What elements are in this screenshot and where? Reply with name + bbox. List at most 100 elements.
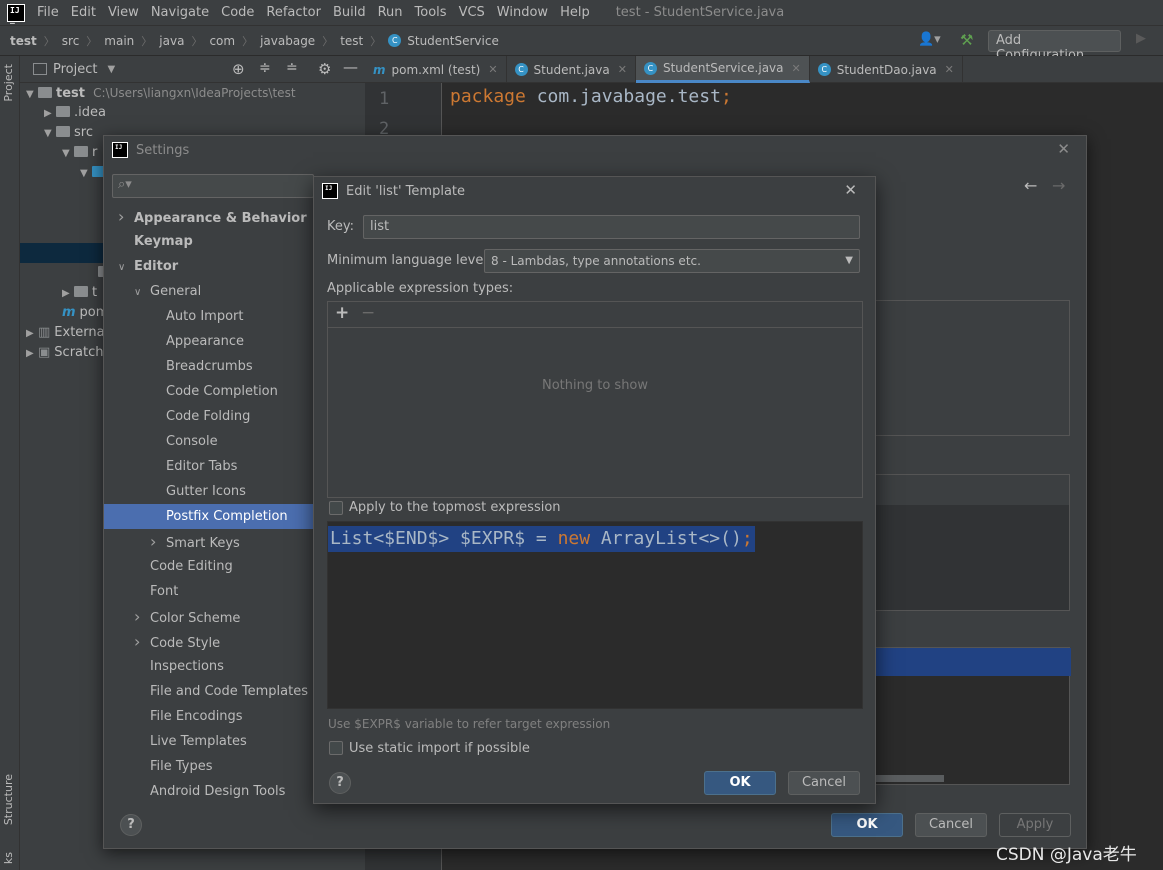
collapse-all-icon[interactable]: ≐ (286, 60, 298, 76)
crumb-src[interactable]: src (62, 34, 80, 48)
settings-help-button[interactable]: ? (120, 814, 142, 836)
gear-icon[interactable]: ⚙ (318, 60, 331, 78)
chevron-down-icon[interactable]: ∨ (134, 280, 146, 305)
settings-tree-item[interactable]: Console (104, 429, 314, 454)
close-icon[interactable]: ✕ (844, 181, 857, 199)
crumb-test[interactable]: test (340, 34, 363, 48)
menu-tools[interactable]: Tools (409, 5, 453, 20)
key-input[interactable]: list (363, 215, 860, 239)
menu-refactor[interactable]: Refactor (260, 5, 327, 20)
project-panel-title[interactable]: Project (53, 62, 97, 77)
menu-navigate[interactable]: Navigate (145, 5, 215, 20)
menu-help[interactable]: Help (554, 5, 596, 20)
menu-window[interactable]: Window (491, 5, 554, 20)
tree-node-src[interactable]: ▼ src (44, 123, 93, 143)
tab-pom-xml[interactable]: m pom.xml (test) ✕ (365, 56, 507, 83)
chevron-right-icon[interactable]: › (134, 629, 146, 654)
settings-tree-item[interactable]: Breadcrumbs (104, 354, 314, 379)
crumb-java[interactable]: java (159, 34, 184, 48)
topmost-expression-checkbox[interactable] (329, 501, 343, 515)
tree-node-scratches[interactable]: ▶ ▣ Scratch (26, 343, 104, 363)
settings-tree-item[interactable]: Android Design Tools (104, 779, 314, 804)
tree-selected-row[interactable] (20, 243, 105, 263)
menu-run[interactable]: Run (372, 5, 409, 20)
crumb-studentservice[interactable]: StudentService (407, 34, 499, 48)
crumb-com[interactable]: com (209, 34, 235, 48)
chevron-right-icon[interactable]: › (150, 529, 162, 554)
settings-cancel-button[interactable]: Cancel (915, 813, 987, 837)
template-code-editor[interactable]: List<$END$> $EXPR$ = new ArrayList<>(); (327, 521, 863, 709)
dialog-help-button[interactable]: ? (329, 772, 351, 794)
locate-icon[interactable]: ⊕ (232, 60, 245, 78)
settings-tree-item[interactable]: Editor Tabs (104, 454, 314, 479)
add-configuration-button[interactable]: Add Configuration... (988, 30, 1121, 63)
tab-studentservice-java[interactable]: C StudentService.java ✕ (635, 56, 810, 83)
crumb-main[interactable]: main (104, 34, 134, 48)
menu-view[interactable]: View (102, 5, 145, 20)
settings-tree-item[interactable]: Live Templates (104, 729, 314, 754)
static-import-checkbox[interactable] (329, 741, 343, 755)
chevron-down-icon[interactable]: ▼ (107, 64, 115, 75)
chevron-down-icon[interactable]: ∨ (118, 255, 130, 280)
close-icon[interactable]: ✕ (792, 62, 801, 75)
settings-tree-item[interactable]: File and Code Templates (104, 679, 314, 704)
min-language-level-select[interactable]: 8 - Lambdas, type annotations etc. ▼ (484, 249, 860, 273)
settings-tree-item[interactable]: › Smart Keys (104, 529, 314, 554)
close-icon[interactable]: ✕ (488, 63, 497, 76)
settings-tree-item[interactable]: File Encodings (104, 704, 314, 729)
settings-tree-item[interactable]: › Color Scheme (104, 604, 314, 629)
settings-tree-item[interactable]: Inspections (104, 654, 314, 679)
settings-tree-item[interactable]: › Appearance & Behavior (104, 204, 314, 229)
tab-student-java[interactable]: C Student.java ✕ (507, 56, 636, 83)
tree-node-root[interactable]: ▼ test C:\Users\liangxn\IdeaProjects\test (26, 83, 296, 103)
menu-file[interactable]: File (31, 5, 65, 20)
menu-build[interactable]: Build (327, 5, 372, 20)
tree-node-idea[interactable]: ▶ .idea (44, 103, 106, 123)
forward-arrow-icon[interactable]: → (1052, 176, 1065, 195)
remove-icon[interactable]: − (361, 303, 375, 323)
tree-node-main[interactable]: ▼ r (62, 143, 97, 163)
user-icon[interactable]: 👤▾ (918, 32, 941, 47)
menu-vcs[interactable]: VCS (453, 5, 491, 20)
back-arrow-icon[interactable]: ← (1024, 176, 1037, 195)
close-icon[interactable]: ✕ (1057, 140, 1070, 158)
close-icon[interactable]: ✕ (945, 63, 954, 76)
dialog-ok-button[interactable]: OK (704, 771, 776, 795)
dialog-cancel-button[interactable]: Cancel (788, 771, 860, 795)
settings-tree-item[interactable]: Postfix Completion (104, 504, 314, 529)
settings-search-input[interactable]: ⌕▾ (112, 174, 314, 198)
settings-tree-item[interactable]: Code Completion (104, 379, 314, 404)
tree-node-test[interactable]: ▶ t (62, 283, 97, 303)
chevron-right-icon[interactable]: › (118, 204, 130, 229)
close-icon[interactable]: ✕ (618, 63, 627, 76)
add-icon[interactable]: + (335, 303, 349, 323)
tree-node-external-libraries[interactable]: ▶ ▥ Externa (26, 323, 105, 343)
settings-tree-item[interactable]: › Code Style (104, 629, 314, 654)
settings-tree-item[interactable]: ∨ General (104, 279, 314, 304)
bookmarks-tool-tab[interactable]: ks (2, 852, 15, 864)
settings-ok-button[interactable]: OK (831, 813, 903, 837)
settings-tree-item[interactable]: Keymap (104, 229, 314, 254)
run-icon[interactable]: ▶ (1136, 31, 1146, 46)
tab-studentdao-java[interactable]: C StudentDao.java ✕ (810, 56, 963, 83)
settings-tree-item[interactable]: Auto Import (104, 304, 314, 329)
settings-tree-item[interactable]: Appearance (104, 329, 314, 354)
build-hammer-icon[interactable]: ⚒ (960, 31, 973, 49)
chevron-right-icon[interactable]: › (134, 604, 146, 629)
expand-all-icon[interactable]: ≑ (259, 60, 271, 76)
settings-tree-item[interactable]: Code Editing (104, 554, 314, 579)
settings-apply-button[interactable]: Apply (999, 813, 1071, 837)
crumb-javabage[interactable]: javabage (260, 34, 315, 48)
structure-tool-tab[interactable]: Structure (2, 774, 15, 825)
project-tool-tab[interactable]: Project (2, 64, 15, 102)
tree-node-pom[interactable]: m pom (62, 303, 108, 323)
menu-code[interactable]: Code (215, 5, 260, 20)
settings-tree-item[interactable]: Code Folding (104, 404, 314, 429)
minimize-icon[interactable]: — (343, 58, 358, 76)
settings-tree-item[interactable]: ∨ Editor (104, 254, 314, 279)
settings-tree-item[interactable]: Gutter Icons (104, 479, 314, 504)
editor-code[interactable]: package com.javabage.test; (450, 86, 732, 107)
menu-edit[interactable]: Edit (65, 5, 102, 20)
crumb-project[interactable]: test (10, 34, 37, 48)
settings-tree-item[interactable]: Font (104, 579, 314, 604)
